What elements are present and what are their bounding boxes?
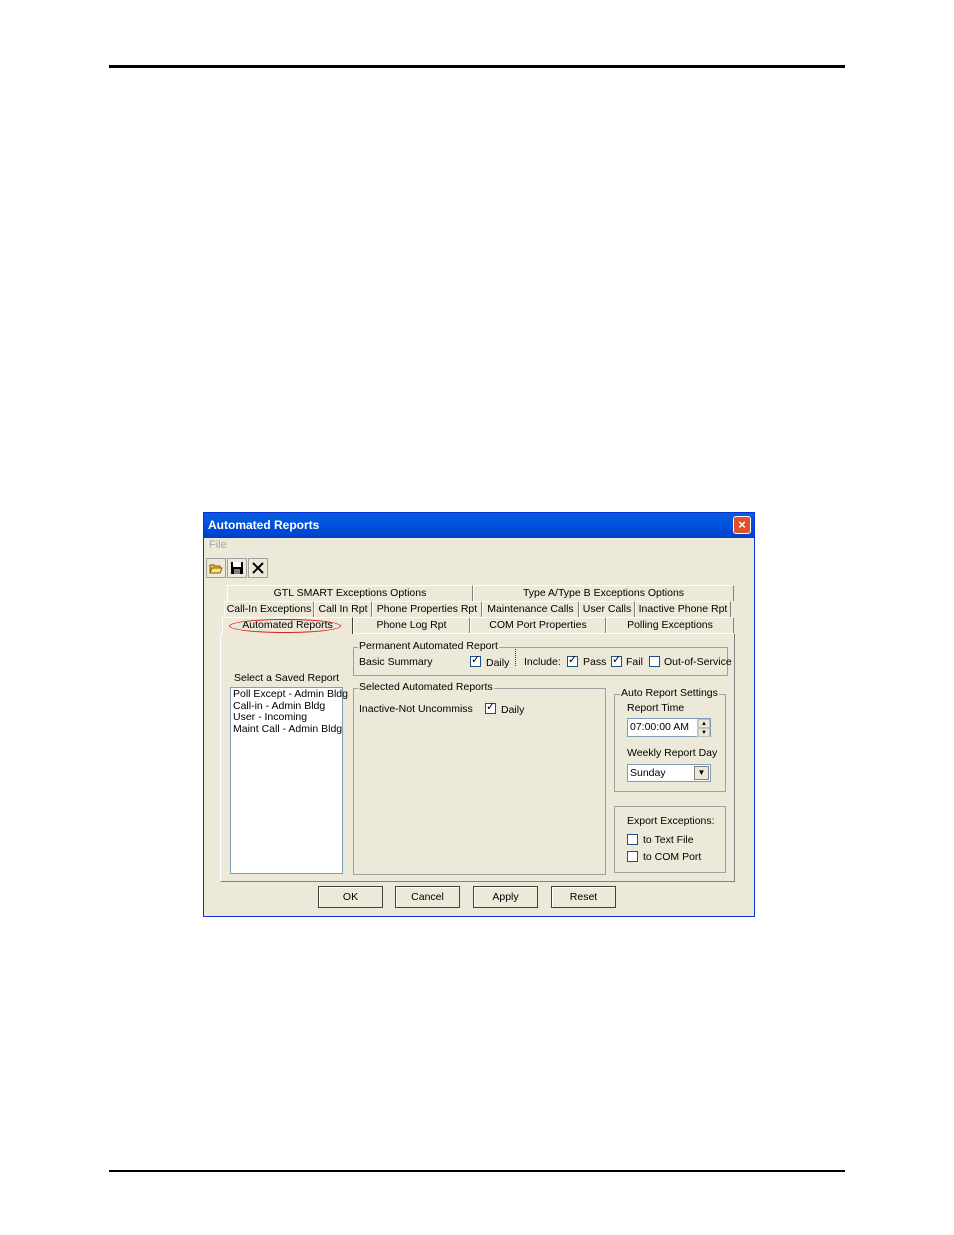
list-item[interactable]: Poll Except - Admin Bldg xyxy=(233,688,348,701)
tab-panel: Select a Saved Report Poll Except - Admi… xyxy=(220,633,735,882)
spin-up-icon[interactable]: ▲ xyxy=(698,719,710,728)
spin-down-icon[interactable]: ▼ xyxy=(698,728,710,737)
top-rule xyxy=(109,65,845,68)
out-of-service-checkbox[interactable] xyxy=(649,656,660,667)
save-button[interactable] xyxy=(227,558,247,578)
tab-type-a-type-b-exceptions[interactable]: Type A/Type B Exceptions Options xyxy=(473,585,734,601)
auto-settings-title: Auto Report Settings xyxy=(620,687,719,699)
report-time-label: Report Time xyxy=(627,702,685,714)
fail-label: Fail xyxy=(626,656,643,668)
cancel-button[interactable]: Cancel xyxy=(395,886,460,908)
selected-daily-label: Daily xyxy=(501,704,525,716)
inactive-report-label: Inactive-Not Uncommiss xyxy=(359,703,473,715)
menu-file[interactable]: File xyxy=(207,539,227,551)
permanent-report-title: Permanent Automated Report xyxy=(358,640,499,652)
tab-phone-properties-rpt[interactable]: Phone Properties Rpt xyxy=(372,601,482,617)
report-time-value: 07:00:00 AM xyxy=(630,721,689,733)
menu-bar: File xyxy=(207,539,227,555)
text-file-label: to Text File xyxy=(643,834,694,846)
report-time-field[interactable]: 07:00:00 AM ▲ ▼ xyxy=(627,718,711,737)
tab-maintenance-calls[interactable]: Maintenance Calls xyxy=(482,601,579,617)
chevron-down-icon[interactable]: ▼ xyxy=(694,766,709,780)
time-spinner: ▲ ▼ xyxy=(697,719,710,737)
basic-summary-label: Basic Summary xyxy=(359,656,433,668)
apply-button[interactable]: Apply xyxy=(473,886,538,908)
saved-report-list[interactable]: Poll Except - Admin Bldg Call-in - Admin… xyxy=(230,687,348,874)
tab-call-in-rpt[interactable]: Call In Rpt xyxy=(314,601,372,617)
separator xyxy=(515,649,516,666)
selected-reports-title: Selected Automated Reports xyxy=(358,681,494,693)
tab-user-calls[interactable]: User Calls xyxy=(579,601,635,617)
open-button[interactable] xyxy=(206,558,226,578)
selected-daily-checkbox[interactable]: ✓ xyxy=(485,701,496,714)
com-port-label: to COM Port xyxy=(643,851,702,863)
pass-checkbox[interactable]: ✓ xyxy=(567,654,578,667)
bottom-rule xyxy=(109,1170,845,1172)
out-of-service-label: Out-of-Service xyxy=(664,656,732,668)
list-item[interactable]: User - Incoming xyxy=(233,711,340,724)
weekly-day-value: Sunday xyxy=(630,767,666,779)
tab-com-port-properties[interactable]: COM Port Properties xyxy=(470,617,606,633)
tab-automated-reports[interactable]: Automated Reports xyxy=(222,617,353,634)
export-exceptions-title: Export Exceptions: xyxy=(627,815,715,827)
tab-phone-log-rpt[interactable]: Phone Log Rpt xyxy=(353,617,470,633)
delete-x-icon xyxy=(252,562,264,574)
tab-polling-exceptions[interactable]: Polling Exceptions xyxy=(606,617,734,633)
tab-call-in-exceptions[interactable]: Call-In Exceptions xyxy=(224,601,314,617)
permanent-daily-checkbox[interactable]: ✓ xyxy=(470,654,481,667)
window-title: Automated Reports xyxy=(208,518,320,532)
com-port-checkbox[interactable] xyxy=(627,851,638,862)
fail-checkbox[interactable]: ✓ xyxy=(611,654,622,667)
highlight-ellipse xyxy=(229,619,341,633)
list-item[interactable]: Maint Call - Admin Bldg xyxy=(233,723,342,736)
save-disk-icon xyxy=(231,562,243,574)
saved-report-label: Select a Saved Report xyxy=(234,672,340,684)
open-folder-icon xyxy=(209,564,223,574)
pass-label: Pass xyxy=(583,656,607,668)
close-button[interactable]: × xyxy=(733,516,751,534)
weekly-day-select[interactable]: Sunday ▼ xyxy=(627,764,711,782)
toolbar xyxy=(206,558,268,578)
ok-button[interactable]: OK xyxy=(318,886,383,908)
tab-inactive-phone-rpt[interactable]: Inactive Phone Rpt xyxy=(635,601,731,617)
text-file-checkbox[interactable] xyxy=(627,834,638,845)
title-bar[interactable]: Automated Reports × xyxy=(204,513,754,538)
weekly-day-label: Weekly Report Day xyxy=(627,747,718,759)
automated-reports-window: Automated Reports × File GTL SMART Excep… xyxy=(203,512,755,917)
delete-button[interactable] xyxy=(248,558,268,578)
permanent-daily-label: Daily xyxy=(486,657,510,669)
reset-button[interactable]: Reset xyxy=(551,886,616,908)
selected-reports-group: Selected Automated Reports xyxy=(353,681,606,875)
include-label: Include: xyxy=(524,656,561,668)
tab-gtl-smart-exceptions[interactable]: GTL SMART Exceptions Options xyxy=(227,585,473,601)
